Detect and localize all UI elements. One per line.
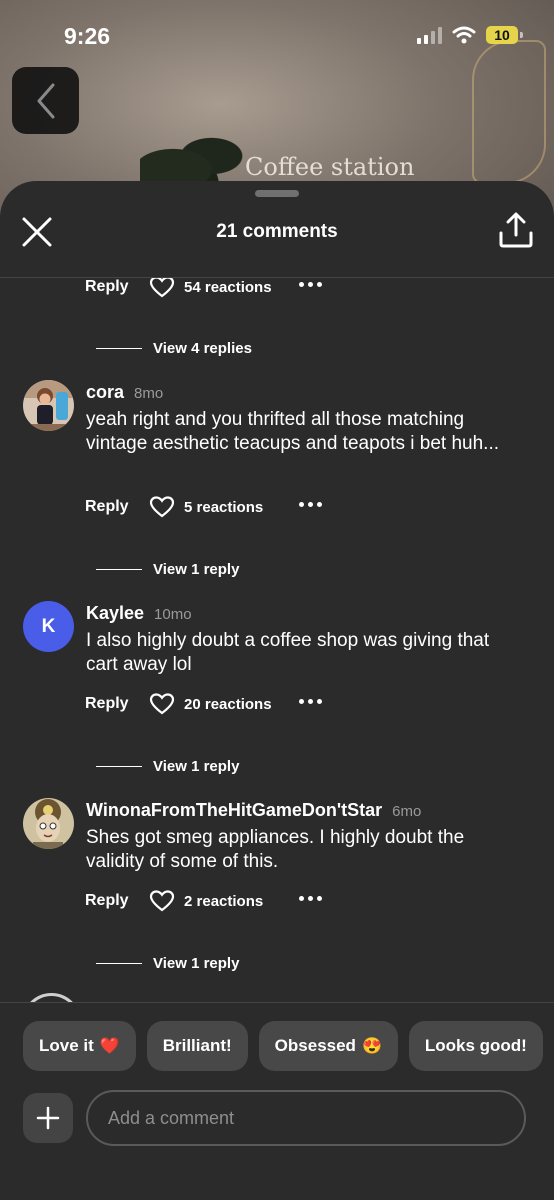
- heart-emoji-icon: ❤️: [99, 1038, 120, 1055]
- comment-text: Shes got smeg appliances. I highly doubt…: [86, 827, 465, 872]
- wifi-icon: [452, 26, 476, 44]
- add-attachment-button[interactable]: [23, 1093, 73, 1143]
- share-button[interactable]: [498, 211, 534, 249]
- view-replies-button[interactable]: View 4 replies: [96, 340, 252, 357]
- comments-sheet: 21 comments Reply 54 reactions View 4 re…: [0, 181, 554, 1200]
- comment-input[interactable]: [86, 1090, 526, 1146]
- comment-actions: Reply 2 reactions: [85, 889, 322, 913]
- comment-time: 10mo: [154, 606, 192, 623]
- sheet-header: 21 comments: [0, 181, 554, 278]
- reaction-count[interactable]: 20 reactions: [184, 696, 272, 713]
- photo-caption: Coffee station: [245, 153, 415, 181]
- more-icon[interactable]: [299, 278, 327, 291]
- reaction-count[interactable]: 5 reactions: [184, 499, 263, 516]
- reaction-count[interactable]: 2 reactions: [184, 893, 263, 910]
- quick-replies: Love it ❤️ Brilliant! Obsessed 😍 Looks g…: [23, 1021, 543, 1071]
- quick-reply-chip[interactable]: Love it ❤️: [23, 1021, 136, 1071]
- quick-reply-chip[interactable]: Looks good!: [408, 1021, 543, 1071]
- comment-actions: Reply 5 reactions: [85, 495, 322, 519]
- heart-eyes-emoji-icon: 😍: [361, 1038, 382, 1055]
- heart-icon[interactable]: [149, 278, 175, 299]
- view-replies-button[interactable]: View 1 reply: [96, 758, 239, 775]
- back-chevron-icon: [37, 83, 54, 118]
- more-icon[interactable]: [299, 891, 327, 905]
- commenter-name[interactable]: Kaylee: [86, 603, 144, 623]
- reaction-count[interactable]: 54 reactions: [184, 279, 272, 296]
- avatar[interactable]: K: [23, 601, 74, 652]
- comments-list: Reply 54 reactions View 4 replies cora 8…: [0, 278, 554, 1002]
- comment-time: 6mo: [392, 803, 422, 820]
- quick-reply-chip[interactable]: Brilliant!: [146, 1021, 248, 1071]
- sheet-title: 21 comments: [216, 221, 338, 242]
- status-bar: 9:26 10: [0, 0, 554, 70]
- comment-text: yeah right and you thrifted all those ma…: [86, 409, 500, 454]
- plus-icon: [36, 1106, 60, 1130]
- comment-composer: Love it ❤️ Brilliant! Obsessed 😍 Looks g…: [0, 1002, 554, 1200]
- heart-icon[interactable]: [149, 692, 175, 716]
- reply-button[interactable]: Reply: [85, 278, 149, 296]
- more-icon[interactable]: [299, 694, 327, 708]
- more-icon[interactable]: [299, 497, 327, 511]
- view-replies-button[interactable]: View 1 reply: [96, 561, 239, 578]
- back-button[interactable]: [12, 67, 79, 134]
- signal-icon: [417, 26, 442, 44]
- comment-text: I also highly doubt a coffee shop was gi…: [86, 630, 490, 675]
- reply-button[interactable]: Reply: [85, 498, 149, 516]
- status-time: 9:26: [64, 23, 111, 49]
- quick-reply-chip[interactable]: Obsessed 😍: [258, 1021, 398, 1071]
- commenter-name[interactable]: cora: [86, 382, 124, 402]
- comment-actions: Reply 54 reactions: [85, 278, 322, 299]
- reply-button[interactable]: Reply: [85, 695, 149, 713]
- comment-actions: Reply 20 reactions: [85, 692, 322, 716]
- view-replies-button[interactable]: View 1 reply: [96, 955, 239, 972]
- battery-icon: 10: [486, 26, 523, 44]
- avatar[interactable]: [23, 798, 74, 849]
- heart-icon[interactable]: [149, 495, 175, 519]
- avatar[interactable]: [23, 993, 80, 1002]
- heart-icon[interactable]: [149, 889, 175, 913]
- reply-button[interactable]: Reply: [85, 892, 149, 910]
- commenter-name[interactable]: WinonaFromTheHitGameDon'tStar: [86, 800, 382, 820]
- comment-time: 8mo: [134, 385, 164, 402]
- share-icon: [499, 212, 533, 248]
- avatar[interactable]: [23, 380, 74, 431]
